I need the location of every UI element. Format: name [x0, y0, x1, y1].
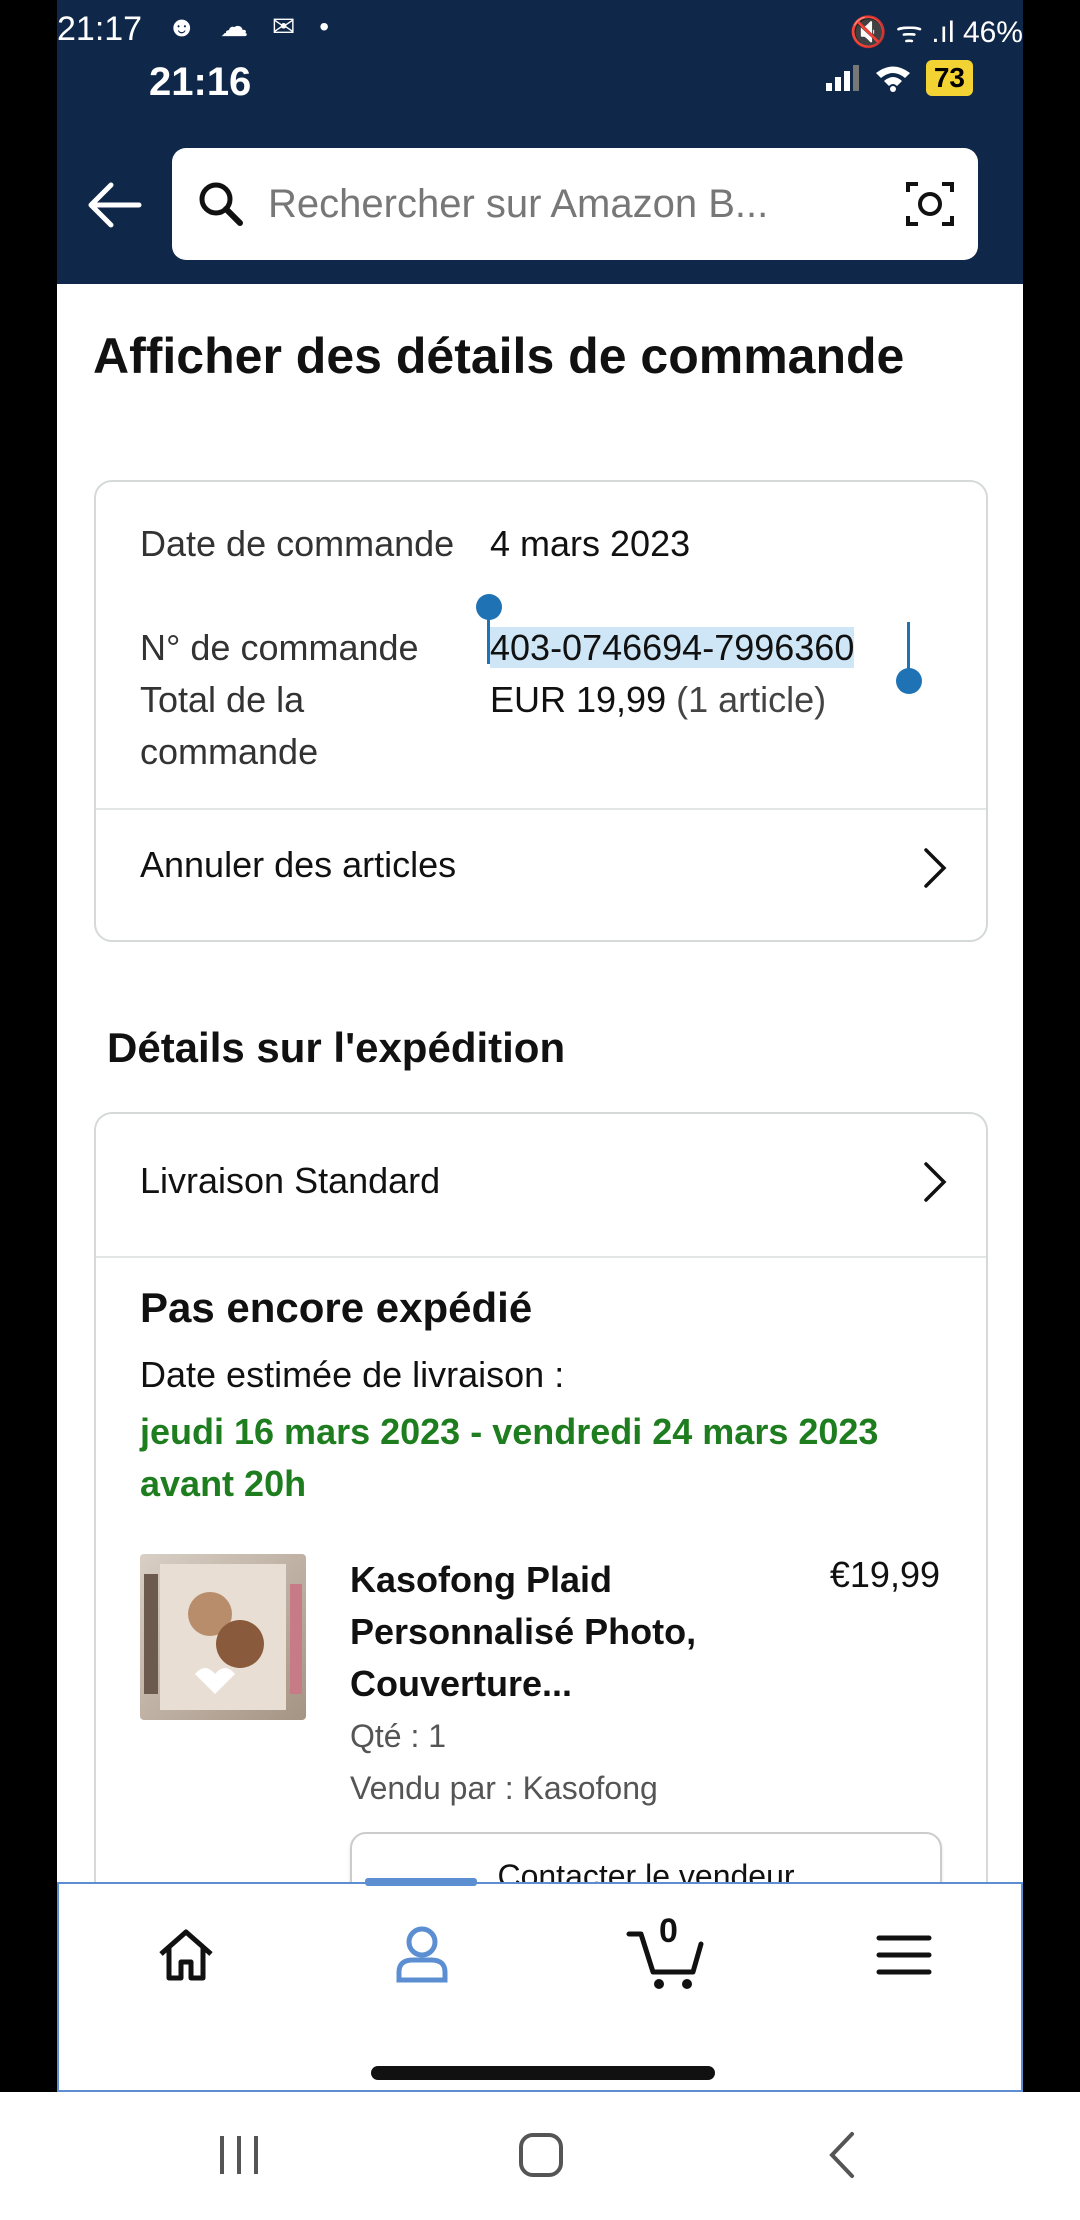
bottom-nav-bar: 0 — [57, 1878, 1023, 2092]
shipping-card: Livraison Standard Pas encore expédié Da… — [94, 1112, 988, 2012]
cart-button[interactable]: 0 — [623, 1906, 713, 1996]
menu-icon[interactable] — [869, 1920, 939, 1990]
battery-indicator: 73 — [925, 60, 973, 96]
order-number-label: N° de commande — [140, 627, 419, 668]
back-arrow-icon[interactable] — [79, 170, 149, 240]
product-title[interactable]: Kasofong Plaid Personnalisé Photo, Couve… — [350, 1554, 730, 1710]
order-date-value: 4 mars 2023 — [490, 523, 691, 564]
notification-icons: ☻ ☁ ✉ • — [167, 11, 338, 42]
active-tab-indicator — [365, 1878, 477, 1886]
app-screen: 21:16 73 Rechercher sur Amazon B... Affi… — [57, 60, 1023, 2092]
home-icon[interactable] — [151, 1920, 221, 1990]
product-image[interactable] — [140, 1554, 306, 1720]
order-total-amount: EUR 19,99 — [490, 679, 667, 720]
order-total-label: Total de la commande — [140, 679, 319, 772]
delivery-estimate-label: Date estimée de livraison : — [140, 1354, 565, 1395]
camera-search-icon[interactable] — [902, 176, 958, 232]
app-header: 21:16 73 Rechercher sur Amazon B... — [57, 60, 1023, 284]
wifi-icon — [875, 66, 910, 92]
divider — [96, 808, 986, 810]
system-navigation-bar — [0, 2092, 1080, 2220]
delivery-estimate-date: jeudi 16 mars 2023 - vendredi 24 mars 20… — [140, 1411, 879, 1504]
system-status-icons: 🔇 ᯤ .ıl 46% — [849, 16, 1023, 49]
home-button-icon[interactable] — [506, 2120, 576, 2190]
page-title: Afficher des détails de commande — [93, 328, 905, 384]
signal-icon — [825, 65, 859, 91]
account-icon[interactable] — [387, 1920, 457, 1990]
chevron-right-icon[interactable] — [920, 1160, 950, 1204]
order-item-count: (1 article) — [676, 679, 827, 720]
cancel-items-link[interactable]: Annuler des articles — [140, 844, 456, 886]
shipping-method-link[interactable]: Livraison Standard — [140, 1160, 440, 1202]
search-placeholder: Rechercher sur Amazon B... — [268, 181, 769, 226]
chevron-right-icon[interactable] — [920, 846, 950, 890]
selected-text[interactable]: 403-0746694-7996360 — [490, 627, 855, 668]
search-input[interactable]: Rechercher sur Amazon B... — [172, 148, 978, 260]
product-photo-illustration — [144, 1564, 302, 1710]
order-number-value[interactable]: 403-0746694-7996360 — [490, 622, 855, 674]
cart-count: 0 — [659, 1912, 678, 1950]
inner-status-icons: 73 — [825, 60, 973, 96]
system-time: 21:17 — [57, 10, 143, 48]
selection-start-bar — [487, 612, 490, 664]
product-price: €19,99 — [829, 1554, 940, 1595]
inner-status-time: 21:16 — [149, 60, 252, 104]
order-total-value: EUR 19,99 (1 article) — [490, 674, 826, 726]
order-summary-card: Date de commande 4 mars 2023 N° de comma… — [94, 480, 988, 942]
shipping-section-title: Détails sur l'expédition — [107, 1024, 566, 1071]
order-date-label: Date de commande — [140, 523, 455, 564]
shipment-status: Pas encore expédié — [140, 1284, 533, 1331]
search-icon — [199, 182, 243, 226]
product-quantity: Qté : 1 — [350, 1718, 447, 1754]
back-button-icon[interactable] — [808, 2120, 878, 2190]
system-status-bar: 21:17 ☻ ☁ ✉ • 🔇 ᯤ .ıl 46% — [57, 0, 1023, 60]
recent-apps-icon[interactable] — [204, 2120, 274, 2190]
product-seller: Vendu par : Kasofong — [350, 1770, 658, 1806]
home-indicator[interactable] — [371, 2066, 715, 2080]
selection-end-bar — [907, 622, 910, 674]
divider — [96, 1256, 986, 1258]
